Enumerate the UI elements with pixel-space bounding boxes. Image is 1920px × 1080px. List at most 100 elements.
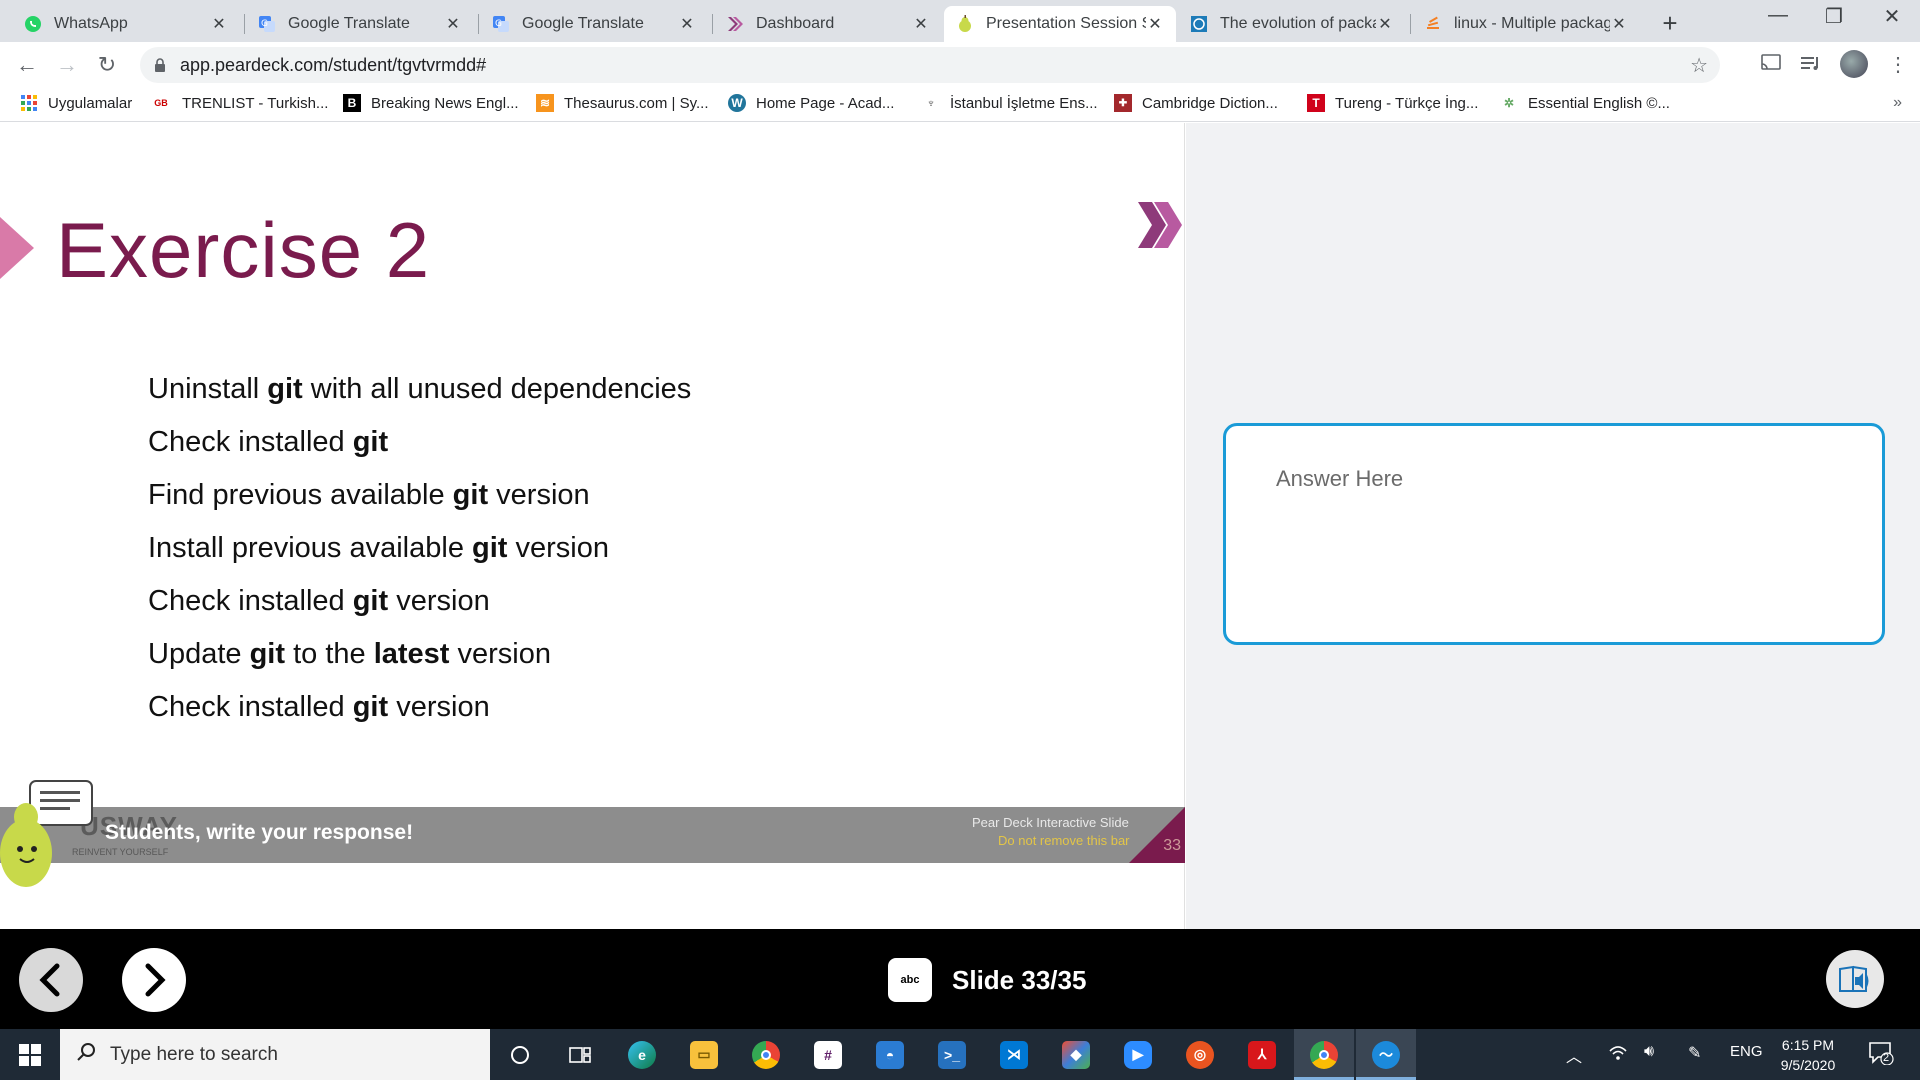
start-button[interactable] — [0, 1029, 60, 1080]
bookmark-thesaurus[interactable]: ≋ Thesaurus.com | Sy... — [536, 94, 709, 112]
acrobat-icon: ⅄ — [1248, 1040, 1276, 1069]
cortana-icon — [511, 1045, 529, 1064]
new-tab-button[interactable]: + — [1656, 8, 1684, 39]
taskbar-file-explorer[interactable]: ▭ — [674, 1029, 734, 1080]
breaking-news-icon: B — [343, 94, 361, 112]
previous-slide-button[interactable] — [19, 948, 83, 1012]
exercise-line: Update git to the latest version — [148, 638, 551, 670]
task-view-button[interactable] — [550, 1029, 610, 1080]
answer-input[interactable] — [1276, 466, 1832, 602]
lock-icon — [155, 58, 165, 72]
double-chevron-icon — [1138, 202, 1182, 248]
taskbar-chrome[interactable] — [736, 1029, 796, 1080]
minimize-button[interactable]: — — [1758, 4, 1798, 27]
taskbar-git-app[interactable]: ◆ — [1046, 1029, 1106, 1080]
bookmark-label: Essential English ©... — [1528, 94, 1670, 112]
close-tab-icon[interactable]: ✕ — [678, 14, 696, 34]
exercise-line: Check installed git version — [148, 585, 490, 617]
cast-icon[interactable] — [1760, 54, 1782, 77]
taskbar-chrome-active[interactable] — [1294, 1029, 1354, 1080]
exercise-line: Check installed git version — [148, 691, 490, 723]
tab-google-translate-2[interactable]: G Google Translate ✕ — [480, 6, 708, 42]
tab-google-translate-1[interactable]: G Google Translate ✕ — [246, 6, 474, 42]
taskbar-acrobat[interactable]: ⅄ — [1232, 1029, 1292, 1080]
show-hidden-icons-button[interactable]: ︿ — [1566, 1043, 1582, 1067]
taskbar-teams-chat[interactable]: ◓ — [860, 1029, 920, 1080]
tab-whatsapp[interactable]: WhatsApp ✕ — [12, 6, 240, 42]
tab-separator — [1410, 14, 1411, 34]
tab-linux-multiple-packages[interactable]: linux - Multiple packag ✕ — [1412, 6, 1640, 42]
close-tab-icon[interactable]: ✕ — [444, 14, 462, 34]
response-prompt: Students, write your response! — [105, 821, 414, 844]
browser-toolbar: ← → ↻ app.peardeck.com/student/tgvtvrmdd… — [0, 42, 1920, 88]
next-slide-button[interactable] — [122, 948, 186, 1012]
edge-icon: e — [628, 1040, 656, 1069]
cortana-button[interactable] — [490, 1029, 550, 1080]
text-response-icon: abc — [888, 958, 932, 1002]
taskbar-search[interactable] — [60, 1029, 490, 1080]
bookmark-star-icon[interactable]: ☆ — [1690, 53, 1708, 78]
taskbar-zoom[interactable]: ▶ — [1108, 1029, 1168, 1080]
close-tab-icon[interactable]: ✕ — [1610, 14, 1628, 34]
bookmark-label: Tureng - Türkçe İng... — [1335, 94, 1479, 112]
tab-evolution-of-packages[interactable]: The evolution of packa ✕ — [1178, 6, 1406, 42]
answer-box[interactable] — [1223, 423, 1885, 645]
chrome-icon — [752, 1040, 780, 1069]
address-bar[interactable]: app.peardeck.com/student/tgvtvrmdd# ☆ — [140, 47, 1720, 83]
svg-text:G: G — [261, 19, 268, 29]
slack-icon: # — [814, 1040, 842, 1069]
language-indicator[interactable]: ENG — [1730, 1043, 1763, 1060]
trenlist-icon: GB — [154, 98, 168, 108]
bookmark-label: Home Page - Acad... — [756, 94, 895, 112]
taskbar-app-swoosh[interactable]: 〜 — [1356, 1029, 1416, 1080]
page-content: Exercise 2 Uninstall git with all unused… — [0, 123, 1920, 929]
chevron-left-icon — [39, 963, 60, 997]
browser-menu-icon[interactable]: ⋮ — [1888, 52, 1908, 77]
slide-number: 33 — [1163, 837, 1181, 854]
wifi-icon[interactable] — [1608, 1043, 1628, 1066]
bookmark-essential-english[interactable]: ✲ Essential English ©... — [1500, 94, 1670, 112]
bookmarks-overflow-icon[interactable]: » — [1893, 94, 1902, 112]
bookmark-cambridge[interactable]: ✚ Cambridge Diction... — [1114, 94, 1278, 112]
clock[interactable]: 6:15 PM 9/5/2020 — [1768, 1035, 1848, 1075]
volume-icon[interactable]: 🔊︎ — [1644, 1043, 1654, 1061]
tab-separator — [244, 14, 245, 34]
pen-workspace-icon[interactable]: ✎ — [1688, 1043, 1701, 1063]
bookmark-apps[interactable]: Uygulamalar — [20, 94, 132, 112]
taskbar-powershell[interactable]: >_ — [922, 1029, 982, 1080]
tab-dashboard[interactable]: Dashboard ✕ — [714, 6, 942, 42]
tab-presentation-session[interactable]: Presentation Session St ✕ — [944, 6, 1176, 42]
media-control-icon[interactable] — [1800, 54, 1822, 77]
peardeck-dashboard-icon — [726, 15, 744, 33]
stackexchange-icon — [1424, 15, 1442, 33]
notifications-button[interactable]: 2 — [1868, 1041, 1894, 1070]
restore-button[interactable]: ❐ — [1814, 4, 1854, 29]
taskbar-slack[interactable]: # — [798, 1029, 858, 1080]
back-button[interactable]: ← — [12, 50, 42, 80]
ubuntu-icon: ◎ — [1186, 1040, 1214, 1069]
close-tab-icon[interactable]: ✕ — [210, 14, 228, 34]
taskbar-ubuntu[interactable]: ◎ — [1170, 1029, 1230, 1080]
google-translate-icon: G — [492, 15, 510, 33]
tab-title: Google Translate — [288, 15, 410, 32]
bookmark-trenlist[interactable]: GB TRENLIST - Turkish... — [150, 94, 328, 112]
close-tab-icon[interactable]: ✕ — [1376, 14, 1394, 34]
bookmark-tureng[interactable]: T Tureng - Türkçe İng... — [1307, 94, 1478, 112]
search-input[interactable] — [110, 1043, 470, 1066]
close-window-button[interactable]: ✕ — [1872, 4, 1912, 29]
close-tab-icon[interactable]: ✕ — [912, 14, 930, 34]
google-translate-icon: G — [258, 15, 276, 33]
tab-separator — [478, 14, 479, 34]
bookmark-istanbul-isletme[interactable]: ♆ İstanbul İşletme Ens... — [922, 94, 1098, 112]
bookmark-breaking-news[interactable]: B Breaking News Engl... — [343, 94, 519, 112]
taskbar-vscode[interactable]: ⋊ — [984, 1029, 1044, 1080]
close-tab-icon[interactable]: ✕ — [1146, 14, 1164, 34]
profile-avatar[interactable] — [1840, 50, 1868, 78]
bookmark-home-page-acad[interactable]: W Home Page - Acad... — [728, 94, 894, 112]
url-text[interactable]: app.peardeck.com/student/tgvtvrmdd# — [180, 55, 486, 76]
taskbar-edge[interactable]: e — [612, 1029, 672, 1080]
immersive-reader-button[interactable] — [1826, 950, 1884, 1008]
forward-button[interactable]: → — [52, 50, 82, 80]
search-icon — [76, 1042, 96, 1068]
reload-button[interactable]: ↻ — [92, 50, 122, 80]
